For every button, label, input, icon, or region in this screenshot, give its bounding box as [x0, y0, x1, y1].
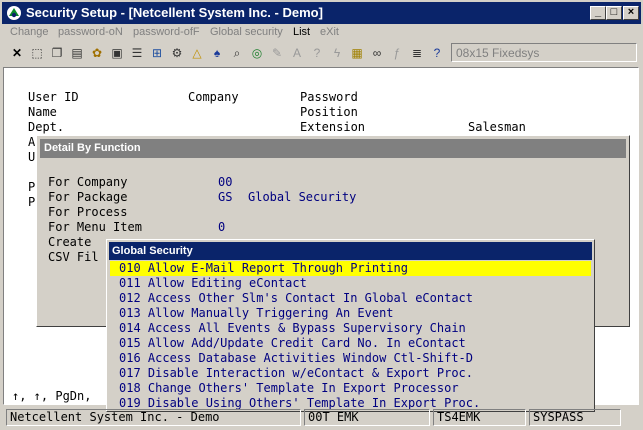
- copy-icon[interactable]: ❐: [48, 44, 66, 62]
- print-icon[interactable]: ▣: [108, 44, 126, 62]
- company-label: Company: [188, 90, 239, 104]
- status-bar: Netcellent System Inc. - Demo 00T EMK TS…: [2, 407, 641, 428]
- minimize-button[interactable]: _: [590, 6, 606, 20]
- detail-dialog-title: Detail By Function: [40, 139, 626, 158]
- menu-password-off[interactable]: password-ofF: [133, 26, 200, 38]
- window-title: Security Setup - [Netcellent System Inc.…: [26, 5, 323, 20]
- for-menu-item-label: For Menu Item: [48, 220, 142, 234]
- app-window: Security Setup - [Netcellent System Inc.…: [0, 0, 643, 430]
- list-item[interactable]: 017 Disable Interaction w/eContact & Exp…: [110, 366, 591, 381]
- name-label: Name: [28, 105, 57, 119]
- menu-bar: Change password-oN password-ofF Global s…: [2, 24, 641, 42]
- key-hint-bar: ↑, ↑, PgDn,: [12, 389, 92, 403]
- for-package-code[interactable]: GS: [218, 190, 232, 205]
- for-package-name: Global Security: [248, 190, 357, 204]
- status-terminal: TS4EMK: [433, 409, 526, 426]
- globe-icon[interactable]: ◎: [248, 44, 266, 62]
- list-item[interactable]: 012 Access Other Slm's Contact In Global…: [110, 291, 591, 306]
- for-process-label: For Process: [48, 205, 128, 219]
- for-package-label: For Package: [48, 190, 128, 204]
- search-icon[interactable]: ⌕: [228, 44, 246, 62]
- partial-label-p2: P: [28, 195, 36, 209]
- list-item[interactable]: 015 Allow Add/Update Credit Card No. In …: [110, 336, 591, 351]
- status-company: Netcellent System Inc. - Demo: [6, 409, 301, 426]
- list-item[interactable]: 011 Allow Editing eContact: [110, 276, 591, 291]
- partial-label-a: A: [28, 135, 36, 149]
- for-company-value[interactable]: 00: [218, 175, 232, 190]
- salesman-label: Salesman: [468, 120, 526, 134]
- paste-icon[interactable]: ▤: [68, 44, 86, 62]
- partial-label-u: U: [28, 150, 36, 164]
- title-bar: Security Setup - [Netcellent System Inc.…: [2, 2, 641, 24]
- menu-list[interactable]: List: [293, 26, 310, 38]
- query-icon[interactable]: ?: [308, 44, 326, 62]
- global-security-popup: Global Security 010 Allow E-Mail Report …: [106, 239, 595, 412]
- csv-file-label: CSV Fil: [48, 250, 99, 264]
- stack-icon[interactable]: ≣: [408, 44, 426, 62]
- font-icon[interactable]: A: [288, 44, 306, 62]
- link-icon[interactable]: ∞: [368, 44, 386, 62]
- gear-icon[interactable]: ⚙: [168, 44, 186, 62]
- list-item-selected[interactable]: 010 Allow E-Mail Report Through Printing: [110, 261, 591, 276]
- for-menu-item-value[interactable]: 0: [218, 220, 225, 235]
- font-selector[interactable]: 08x15 Fixedsys: [451, 43, 637, 62]
- status-program: SYSPASS: [529, 409, 621, 426]
- calc-icon[interactable]: ▦: [348, 44, 366, 62]
- list-item[interactable]: 018 Change Others' Template In Export Pr…: [110, 381, 591, 396]
- menu-password-on[interactable]: password-oN: [58, 26, 123, 38]
- popup-title: Global Security: [109, 242, 592, 260]
- extension-label: Extension: [300, 120, 366, 134]
- warning-icon[interactable]: △: [188, 44, 206, 62]
- password-label: Password: [300, 90, 358, 104]
- menu-global-security[interactable]: Global security: [210, 26, 283, 38]
- settings-icon[interactable]: ✿: [88, 44, 106, 62]
- list-item[interactable]: 013 Allow Manually Triggering An Event: [110, 306, 591, 321]
- select-icon[interactable]: ⬚: [28, 44, 46, 62]
- partial-label-p1: P: [28, 180, 36, 194]
- close-x-icon[interactable]: ✕: [8, 44, 26, 62]
- list-item[interactable]: 016 Access Database Activities Window Ct…: [110, 351, 591, 366]
- lightning-icon[interactable]: ϟ: [328, 44, 346, 62]
- script-icon[interactable]: ƒ: [388, 44, 406, 62]
- position-label: Position: [300, 105, 358, 119]
- binoculars-icon[interactable]: ♠: [208, 44, 226, 62]
- netcellent-logo-icon: [7, 6, 21, 20]
- edit-icon[interactable]: ✎: [268, 44, 286, 62]
- dept-label: Dept.: [28, 120, 65, 134]
- for-company-label: For Company: [48, 175, 128, 189]
- export-icon[interactable]: ⊞: [148, 44, 166, 62]
- close-button[interactable]: ×: [623, 6, 639, 20]
- status-code: 00T EMK: [304, 409, 430, 426]
- list-icon[interactable]: ☰: [128, 44, 146, 62]
- help-icon[interactable]: ?: [428, 44, 446, 62]
- list-item[interactable]: 014 Access All Events & Bypass Superviso…: [110, 321, 591, 336]
- menu-change[interactable]: Change: [10, 26, 49, 38]
- user-id-label: User ID: [28, 90, 79, 104]
- maximize-button[interactable]: □: [606, 6, 622, 20]
- menu-exit[interactable]: eXit: [320, 26, 339, 38]
- create-label: Create: [48, 235, 92, 249]
